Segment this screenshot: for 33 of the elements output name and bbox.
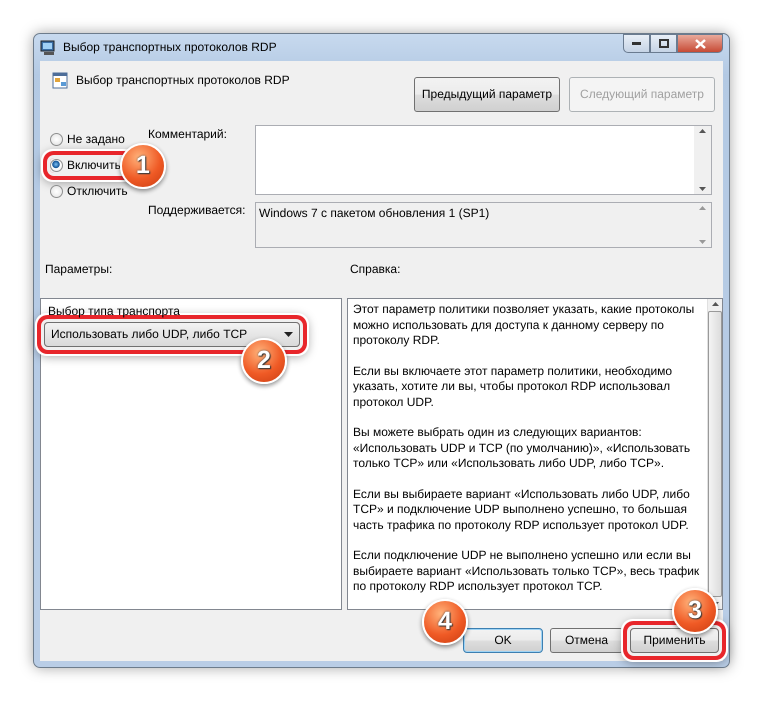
scroll-thumb[interactable]: [708, 311, 722, 597]
scroll-up-icon: [699, 206, 706, 210]
supported-label: Поддерживается:: [148, 202, 246, 218]
comment-field[interactable]: [255, 125, 712, 195]
previous-setting-button[interactable]: Предыдущий параметр: [414, 77, 560, 112]
radio-button[interactable]: [50, 133, 63, 146]
ok-button[interactable]: OK: [463, 628, 543, 653]
maximize-button[interactable]: [650, 34, 677, 53]
window-title: Выбор транспортных протоколов RDP: [63, 40, 277, 55]
cancel-button[interactable]: Отмена: [550, 628, 623, 653]
scroll-up-icon: [712, 302, 718, 306]
maximize-icon: [658, 39, 668, 48]
policy-icon: [52, 71, 68, 89]
scroll-up-icon: [699, 129, 706, 133]
radio-button[interactable]: [50, 185, 63, 198]
policy-title: Выбор транспортных протоколов RDP: [76, 73, 290, 88]
computer-icon: [40, 40, 57, 56]
minimize-icon: [632, 42, 641, 45]
help-paragraph: Если вы выбираете вариант «Использовать либо UDP, либо TCP» и подключение UDP выполнено успешно, то большая часть трафика по протоколу RDP использует протокол UDP.: [353, 486, 691, 533]
help-paragraph: Если вы включаете этот параметр политики, необходимо указать, хотите ли вы, чтобы протокол RDP использовал протокол UDP.: [353, 364, 674, 410]
help-paragraph: Этот параметр политики позволяет указать, какие протоколы можно использовать для доступа к данному серверу по протоколу RDP.: [353, 302, 696, 348]
close-button[interactable]: [677, 34, 723, 53]
comment-label: Комментарий:: [148, 126, 228, 142]
help-paragraph: Вы можете выбрать один из следующих вариантов: «Использовать UDP и TCP (по умолчанию)», «Использовать только TCP» или «Использовать либо UDP, либо TCP».: [353, 425, 692, 472]
supported-value: Windows 7 с пакетом обновления 1 (SP1): [259, 206, 490, 220]
radio-label[interactable]: Включить: [67, 158, 121, 173]
radio-button[interactable]: [50, 159, 63, 172]
close-icon: [694, 38, 706, 48]
help-label: Справка:: [350, 262, 400, 276]
dropdown-caret-icon: [284, 332, 293, 337]
options-label: Параметры:: [45, 262, 112, 276]
minimize-button[interactable]: [623, 34, 650, 53]
transport-type-label: Выбор типа транспорта: [48, 304, 180, 318]
